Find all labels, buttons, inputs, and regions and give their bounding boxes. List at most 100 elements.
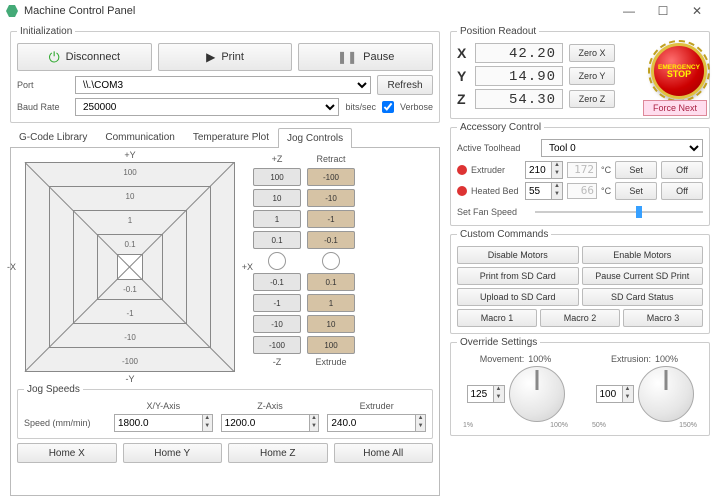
pause-sd-button[interactable]: Pause Current SD Print (582, 267, 704, 285)
z-minus-01[interactable]: -0.1 (253, 273, 301, 291)
toolhead-label: Active Toolhead (457, 143, 535, 153)
z-minus-1[interactable]: -1 (253, 294, 301, 312)
extrude-01[interactable]: 0.1 (307, 273, 355, 291)
e-speed-spinner[interactable]: ▲▼ (415, 414, 426, 432)
extrude-1[interactable]: 1 (307, 294, 355, 312)
minimize-button[interactable]: — (612, 0, 646, 22)
movement-pct: 100% (528, 354, 551, 364)
z-plus-01[interactable]: 0.1 (253, 231, 301, 249)
z-speed-input[interactable] (221, 414, 309, 432)
print-sd-button[interactable]: Print from SD Card (457, 267, 579, 285)
xy-speed-input[interactable] (114, 414, 202, 432)
home-z-button[interactable]: Home Z (228, 443, 328, 463)
extruder-set-spinner[interactable]: ▲▼ (551, 161, 563, 179)
sd-status-button[interactable]: SD Card Status (582, 288, 704, 306)
plus-x-label: +X (242, 262, 253, 272)
baud-select[interactable]: 250000 (75, 98, 339, 116)
play-icon: ▶ (206, 50, 215, 64)
extrusion-spinner[interactable]: ▲▼ (622, 385, 634, 403)
tabs: G-Code Library Communication Temperature… (10, 127, 440, 148)
close-button[interactable]: ✕ (680, 0, 714, 22)
extrusion-override-input[interactable] (596, 385, 622, 403)
jog-speeds-legend: Jog Speeds (24, 384, 83, 395)
retract-1[interactable]: -1 (307, 210, 355, 228)
z-readout: 54.30 (475, 89, 563, 109)
position-readout-group: Position Readout EMERGENCYSTOP X 42.20 Z… (450, 26, 710, 119)
jog-xy-pad[interactable]: 100 10 1 0.1 -0.1 -1 -10 -100 (25, 162, 235, 372)
baud-units: bits/sec (345, 102, 376, 112)
extruder-set-button[interactable]: Set (615, 161, 657, 179)
toolhead-select[interactable]: Tool 0 (541, 139, 703, 157)
home-all-button[interactable]: Home All (334, 443, 434, 463)
extruder-home-circle[interactable] (322, 252, 340, 270)
extruder-set-input[interactable] (525, 161, 551, 179)
pause-button[interactable]: ❚❚ Pause (298, 43, 433, 71)
port-label: Port (17, 80, 69, 90)
jog-speeds-group: Jog Speeds X/Y-Axis Z-Axis Extruder Spee… (17, 384, 433, 439)
retract-100[interactable]: -100 (307, 168, 355, 186)
zero-x-button[interactable]: Zero X (569, 44, 615, 62)
tab-communication[interactable]: Communication (96, 127, 183, 147)
z-plus-10[interactable]: 10 (253, 189, 301, 207)
tab-gcode-library[interactable]: G-Code Library (10, 127, 96, 147)
disconnect-button[interactable]: ⏻ Disconnect (17, 43, 152, 71)
bed-set-input[interactable] (525, 182, 551, 200)
override-legend: Override Settings (457, 337, 540, 348)
verbose-checkbox[interactable] (382, 101, 394, 113)
y-label: Y (457, 68, 469, 84)
disable-motors-button[interactable]: Disable Motors (457, 246, 579, 264)
tab-temperature-plot[interactable]: Temperature Plot (184, 127, 278, 147)
port-select[interactable]: \\.\COM3 (75, 76, 371, 94)
z-speed-spinner[interactable]: ▲▼ (309, 414, 320, 432)
deg-unit: °C (601, 165, 611, 175)
force-next-button[interactable]: Force Next (643, 100, 707, 116)
extrusion-override-knob[interactable] (638, 366, 694, 422)
refresh-button[interactable]: Refresh (377, 75, 433, 95)
upload-sd-button[interactable]: Upload to SD Card (457, 288, 579, 306)
movement-override-knob[interactable] (509, 366, 565, 422)
baud-label: Baud Rate (17, 102, 69, 112)
speed-label: Speed (mm/min) (24, 418, 106, 428)
bed-off-button[interactable]: Off (661, 182, 703, 200)
position-legend: Position Readout (457, 26, 539, 37)
bed-set-button[interactable]: Set (615, 182, 657, 200)
enable-motors-button[interactable]: Enable Motors (582, 246, 704, 264)
zero-y-button[interactable]: Zero Y (569, 67, 615, 85)
e-speed-input[interactable] (327, 414, 415, 432)
print-button[interactable]: ▶ Print (158, 43, 293, 71)
bed-set-spinner[interactable]: ▲▼ (551, 182, 563, 200)
macro-1-button[interactable]: Macro 1 (457, 309, 537, 327)
extruder-off-button[interactable]: Off (661, 161, 703, 179)
bed-label: Heated Bed (471, 186, 521, 196)
macro-2-button[interactable]: Macro 2 (540, 309, 620, 327)
retract-10[interactable]: -10 (307, 189, 355, 207)
xy-speed-spinner[interactable]: ▲▼ (202, 414, 213, 432)
z-home-circle[interactable] (268, 252, 286, 270)
extrude-10[interactable]: 10 (307, 315, 355, 333)
tab-jog-controls[interactable]: Jog Controls (278, 128, 352, 148)
movement-override-input[interactable] (467, 385, 493, 403)
home-x-button[interactable]: Home X (17, 443, 117, 463)
z-minus-10[interactable]: -10 (253, 315, 301, 333)
bed-readout: 66 (567, 183, 597, 199)
macro-3-button[interactable]: Macro 3 (623, 309, 703, 327)
override-settings-group: Override Settings Movement: 100% ▲▼ 1%10 (450, 337, 710, 436)
z-plus-1[interactable]: 1 (253, 210, 301, 228)
movement-label: Movement: (480, 354, 525, 364)
movement-spinner[interactable]: ▲▼ (493, 385, 505, 403)
z-plus-100[interactable]: 100 (253, 168, 301, 186)
z-minus-100[interactable]: -100 (253, 336, 301, 354)
extrude-100[interactable]: 100 (307, 336, 355, 354)
initialization-group: Initialization ⏻ Disconnect ▶ Print ❚❚ P… (10, 26, 440, 123)
maximize-button[interactable]: ☐ (646, 0, 680, 22)
extruder-axis-label: Extruder (327, 401, 426, 411)
plus-z-label: +Z (253, 154, 301, 164)
zero-z-button[interactable]: Zero Z (569, 90, 615, 108)
xy-axis-label: X/Y-Axis (114, 401, 213, 411)
fan-speed-slider[interactable] (535, 205, 703, 219)
retract-01[interactable]: -0.1 (307, 231, 355, 249)
emergency-stop-button[interactable]: EMERGENCYSTOP (651, 43, 707, 99)
minus-z-label: -Z (253, 357, 301, 367)
custom-commands-group: Custom Commands Disable Motors Enable Mo… (450, 229, 710, 334)
home-y-button[interactable]: Home Y (123, 443, 223, 463)
